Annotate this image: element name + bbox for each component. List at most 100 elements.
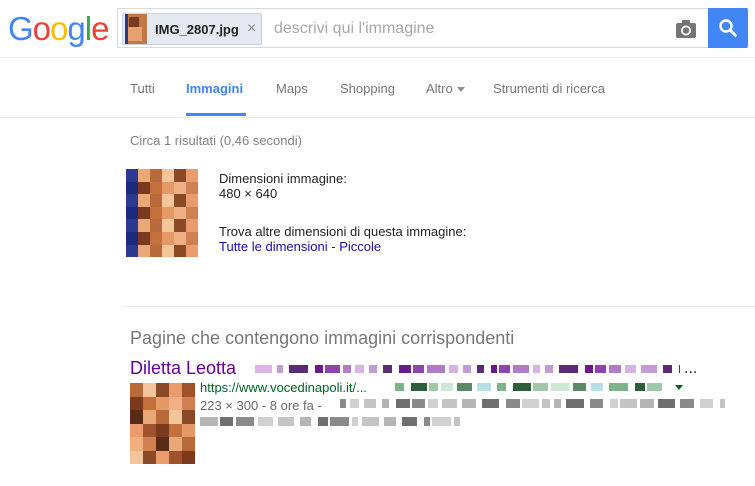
redaction-block — [427, 365, 445, 373]
search-box[interactable]: IMG_2807.jpg × — [117, 8, 708, 48]
redaction-block — [499, 365, 510, 373]
redaction-block — [258, 417, 273, 426]
mosaic-cell — [156, 396, 169, 410]
mosaic-cell — [169, 423, 182, 437]
redaction-block — [289, 365, 308, 373]
query-image-thumbnail[interactable] — [126, 169, 198, 257]
redaction-block — [364, 399, 376, 408]
mosaic-cell — [143, 437, 156, 451]
redaction-block — [402, 417, 417, 426]
camera-icon[interactable] — [674, 18, 698, 40]
mosaic-cell — [182, 410, 195, 424]
mosaic-cell — [130, 450, 143, 464]
url-menu-arrow-icon[interactable] — [675, 385, 683, 390]
redaction-block — [318, 417, 328, 426]
mosaic-cell — [169, 410, 182, 424]
mosaic-cell — [162, 206, 174, 220]
tab-search-tools[interactable]: Strumenti di ricerca — [493, 81, 605, 96]
mosaic-cell — [143, 383, 156, 397]
redaction-block — [647, 383, 662, 391]
small-sizes-link[interactable]: Piccole — [339, 239, 381, 254]
logo-letter: o — [32, 10, 51, 47]
mosaic-cell — [156, 410, 169, 424]
section-divider — [122, 306, 755, 307]
mosaic-cell — [174, 231, 186, 245]
title-ellipsis: ... — [684, 360, 698, 377]
other-sizes-label: Trova altre dimensioni di questa immagin… — [219, 224, 467, 239]
redaction-block — [428, 399, 438, 408]
mosaic-cell — [150, 244, 162, 257]
redaction-block — [255, 365, 272, 373]
result-thumbnail[interactable] — [130, 383, 195, 464]
mosaic-cell — [186, 169, 198, 182]
mosaic-cell — [138, 244, 150, 257]
search-button[interactable] — [708, 8, 748, 48]
mosaic-cell — [174, 219, 186, 232]
redaction-block — [477, 365, 484, 373]
redaction-block — [590, 399, 603, 408]
mosaic-cell — [138, 181, 150, 195]
redaction-block — [513, 365, 529, 373]
search-icon — [719, 19, 737, 37]
tab-images[interactable]: Immagini — [186, 81, 243, 96]
redaction-block — [641, 365, 657, 373]
redaction-block — [625, 365, 636, 373]
result-title-link[interactable]: Diletta Leotta — [130, 358, 236, 379]
mosaic-cell — [130, 423, 143, 437]
redaction-block — [554, 399, 561, 408]
mosaic-cell — [126, 231, 138, 245]
mosaic-cell — [186, 206, 198, 220]
redaction-block — [545, 365, 553, 373]
mosaic-cell — [126, 181, 138, 195]
redaction-block — [384, 417, 396, 426]
mosaic-cell — [130, 383, 143, 397]
redaction-block — [355, 365, 364, 373]
logo-letter: g — [67, 10, 85, 47]
mosaic-cell — [126, 194, 138, 207]
redaction-block — [533, 365, 540, 373]
redaction-block — [432, 417, 451, 426]
tab-shopping[interactable]: Shopping — [340, 81, 395, 96]
mosaic-cell — [138, 231, 150, 245]
logo-letter: G — [8, 10, 34, 47]
mosaic-cell — [162, 244, 174, 257]
mosaic-cell — [162, 169, 174, 182]
all-sizes-link[interactable]: Tutte le dimensioni — [219, 239, 328, 254]
logo-letter: e — [91, 10, 109, 47]
redaction-block — [340, 399, 346, 408]
redaction-block — [395, 383, 404, 391]
redaction-block — [585, 365, 593, 373]
result-stats: Circa 1 risultati (0,46 secondi) — [130, 133, 302, 148]
redaction-block — [679, 365, 680, 373]
mosaic-cell — [130, 396, 143, 410]
mosaic-cell — [186, 244, 198, 257]
tab-more[interactable]: Altro — [426, 81, 465, 96]
mosaic-cell — [150, 231, 162, 245]
redaction-block — [640, 399, 654, 408]
redaction-block — [315, 365, 323, 373]
redaction-block — [680, 399, 694, 408]
mosaic-cell — [143, 396, 156, 410]
redaction-block — [352, 417, 358, 426]
redaction-block — [542, 399, 550, 408]
redaction-block — [441, 383, 453, 391]
redaction-block — [449, 365, 458, 373]
chip-thumbnail — [125, 14, 147, 44]
logo-letter: o — [50, 10, 68, 47]
mosaic-cell — [138, 194, 150, 207]
image-chip[interactable]: IMG_2807.jpg × — [122, 13, 262, 45]
redaction-block — [609, 365, 621, 373]
search-input[interactable] — [274, 15, 664, 43]
mosaic-cell — [182, 423, 195, 437]
mosaic-cell — [186, 194, 198, 207]
tab-maps[interactable]: Maps — [276, 81, 308, 96]
redaction-block — [278, 417, 294, 426]
tab-all[interactable]: Tutti — [130, 81, 155, 96]
redaction-block — [200, 417, 218, 426]
mosaic-cell — [186, 181, 198, 195]
google-logo[interactable]: Google — [8, 9, 109, 49]
redaction-block — [635, 383, 645, 391]
chip-close-icon[interactable]: × — [247, 20, 256, 38]
mosaic-cell — [126, 219, 138, 232]
result-url[interactable]: https://www.vocedinapoli.it/... — [200, 380, 367, 395]
